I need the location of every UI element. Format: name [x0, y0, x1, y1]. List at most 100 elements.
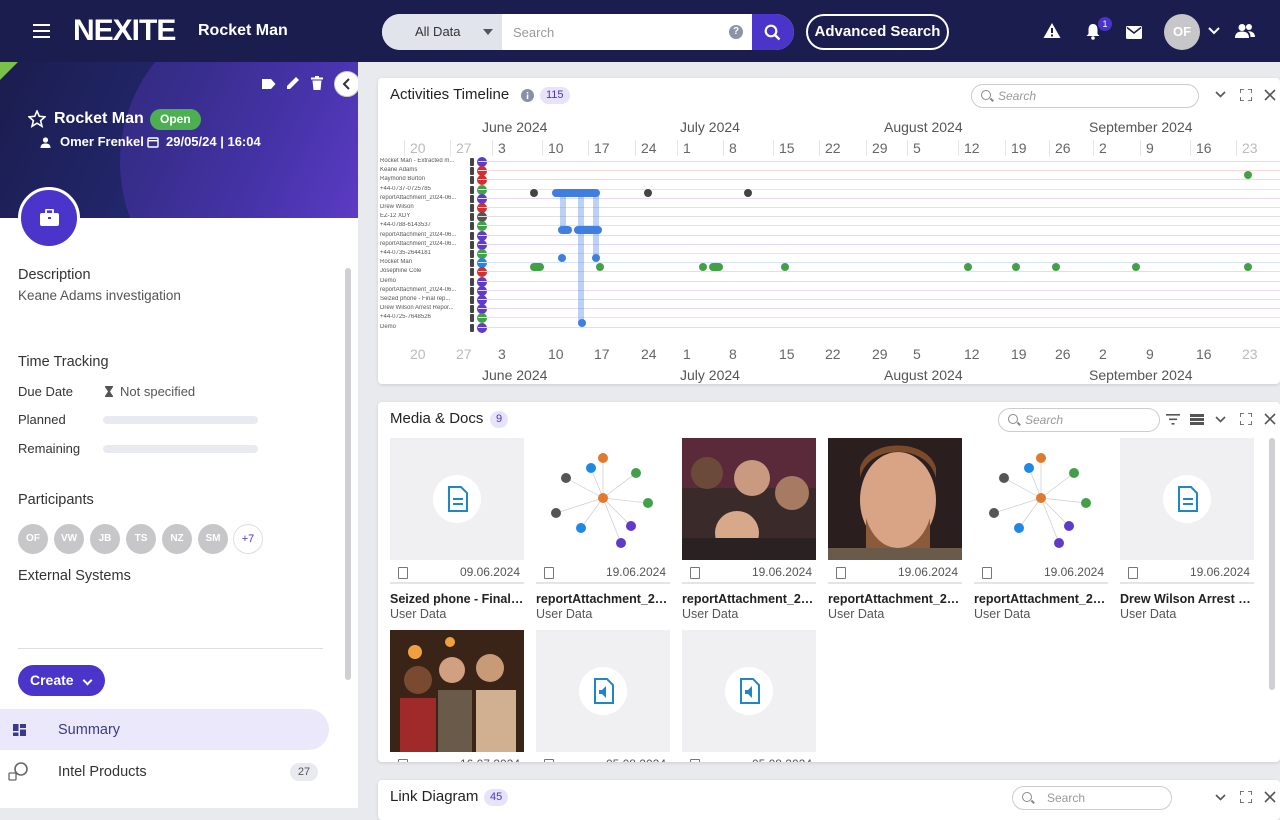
chevron-down-icon[interactable] [1215, 416, 1226, 423]
timeline-event-dot[interactable] [578, 319, 586, 327]
media-thumbnail[interactable] [536, 630, 670, 752]
timeline-event-dot[interactable] [744, 189, 752, 197]
mail-icon[interactable] [1126, 26, 1142, 39]
timeline-event-dot[interactable] [552, 189, 600, 197]
timeline-event-dot[interactable] [592, 254, 600, 262]
timeline-event-dot[interactable] [964, 263, 972, 271]
media-thumbnail[interactable] [1120, 438, 1254, 560]
media-thumbnail[interactable] [536, 438, 670, 560]
timeline-event-dot[interactable] [530, 263, 544, 271]
timeline-event-dot[interactable] [1244, 263, 1252, 271]
timeline-event-dot[interactable] [574, 226, 602, 234]
media-thumbnail[interactable] [682, 438, 816, 560]
timeline-row-label[interactable]: +44-0788-6143537 [380, 222, 460, 228]
filter-icon[interactable] [1166, 414, 1180, 425]
help-icon[interactable]: ? [729, 25, 743, 39]
pin-icon[interactable] [470, 213, 474, 222]
pin-icon[interactable] [470, 259, 474, 268]
pin-icon[interactable] [470, 240, 474, 249]
timeline-row-label[interactable]: reportAttachment_2024-06... [380, 287, 460, 293]
timeline-event-dot[interactable] [1132, 263, 1140, 271]
timeline-row-label[interactable]: Rocket Man - Extracted m... [380, 158, 460, 164]
media-thumbnail[interactable] [390, 438, 524, 560]
status-badge[interactable]: Open [150, 109, 201, 130]
pin-icon[interactable] [470, 176, 474, 185]
create-button[interactable]: Create [18, 665, 105, 696]
media-thumbnail[interactable] [682, 630, 816, 752]
close-icon[interactable] [1264, 791, 1276, 803]
timeline-row-label[interactable]: +44-0735-2644181 [380, 250, 460, 256]
timeline-row-label[interactable]: Drew Wilson [380, 204, 460, 210]
pin-icon[interactable] [470, 204, 474, 212]
pin-icon[interactable] [470, 194, 474, 203]
timeline-row-label[interactable]: Seized phone - Final rep... [380, 296, 460, 302]
media-card[interactable]: 19.06.2024 reportAttachment_2024-06-19Use… [682, 438, 816, 621]
pin-icon[interactable] [470, 277, 474, 286]
pin-icon[interactable] [470, 286, 474, 295]
media-scrollbar[interactable] [1269, 438, 1275, 690]
close-icon[interactable] [1264, 413, 1276, 425]
menu-icon[interactable] [33, 24, 50, 38]
participant-avatar[interactable]: JB [90, 524, 120, 554]
pin-icon[interactable] [470, 185, 474, 194]
expand-icon[interactable] [1240, 413, 1252, 425]
timeline-row-label[interactable]: Rocket Man [380, 259, 460, 265]
media-card[interactable]: 09.06.2024 Seized phone - Final reportUse… [390, 438, 524, 621]
participant-avatar[interactable]: TS [126, 524, 156, 554]
advanced-search-button[interactable]: Advanced Search [806, 14, 949, 50]
search-input[interactable] [502, 14, 752, 50]
participant-avatar[interactable]: SM [198, 524, 228, 554]
participant-avatar[interactable]: NZ [162, 524, 192, 554]
timeline-event-dot[interactable] [558, 226, 572, 234]
timeline-event-dot[interactable] [596, 263, 604, 271]
more-participants-button[interactable]: +7 [233, 524, 263, 554]
timeline-event-dot[interactable] [781, 263, 789, 271]
timeline-row-label[interactable]: Josephine Cole [380, 268, 460, 274]
pin-icon[interactable] [470, 268, 474, 277]
edit-icon[interactable] [286, 76, 300, 90]
timeline-event-dot[interactable] [1244, 171, 1252, 179]
user-avatar[interactable]: OF [1164, 14, 1200, 50]
collapse-sidebar-button[interactable] [334, 71, 358, 97]
chevron-down-icon[interactable] [1215, 91, 1226, 98]
timeline-row-label[interactable]: +44-0725-7648526 [380, 314, 460, 320]
pin-icon[interactable] [470, 231, 474, 240]
warning-icon[interactable] [1043, 22, 1061, 39]
search-button[interactable] [752, 14, 794, 50]
timeline-row-label[interactable]: reportAttachment_2024-06... [380, 195, 460, 201]
timeline-row-label[interactable]: reportAttachment_2024-06... [380, 241, 460, 247]
timeline-row-label[interactable]: Demo [380, 324, 460, 330]
star-icon[interactable] [28, 110, 46, 128]
search-scope-select[interactable]: All Data [382, 14, 502, 50]
media-thumbnail[interactable] [974, 438, 1108, 560]
media-thumbnail[interactable] [390, 630, 524, 752]
timeline-row-label[interactable]: Demo [380, 278, 460, 284]
panel-search-input[interactable]: Search [998, 408, 1160, 432]
media-thumbnail[interactable] [828, 438, 962, 560]
participant-avatar[interactable]: VW [54, 524, 84, 554]
panel-search-input[interactable]: Search [1012, 786, 1172, 810]
timeline-event-dot[interactable] [1052, 263, 1060, 271]
pin-icon[interactable] [470, 250, 474, 258]
timeline-event-dot[interactable] [1012, 263, 1020, 271]
timeline-row-label[interactable]: EZ-12 XDY [380, 213, 460, 219]
sidebar-scrollbar[interactable] [345, 268, 351, 680]
pin-icon[interactable] [470, 222, 474, 231]
app-logo[interactable]: NEXITE [73, 14, 176, 48]
timeline-event-dot[interactable] [709, 263, 723, 271]
nav-item-summary[interactable] [0, 709, 329, 750]
close-icon[interactable] [1264, 89, 1276, 101]
pin-icon[interactable] [470, 167, 474, 176]
timeline-row-label[interactable]: Keane Adams [380, 167, 460, 173]
media-card[interactable]: 19.06.2024 Drew Wilson Arrest ReportUser … [1120, 438, 1254, 621]
timeline-row-label[interactable]: reportAttachment_2024-06... [380, 232, 460, 238]
chevron-down-icon[interactable] [1208, 27, 1220, 35]
list-view-icon[interactable] [1190, 414, 1204, 425]
timeline-row-label[interactable]: Raymond Burton [380, 176, 460, 182]
expand-icon[interactable] [1240, 791, 1252, 803]
tag-icon[interactable] [262, 78, 276, 90]
info-icon[interactable] [521, 89, 534, 102]
expand-icon[interactable] [1240, 89, 1252, 101]
media-card[interactable]: 16.07.2024 [390, 630, 524, 762]
timeline-event-dot[interactable] [644, 189, 652, 197]
